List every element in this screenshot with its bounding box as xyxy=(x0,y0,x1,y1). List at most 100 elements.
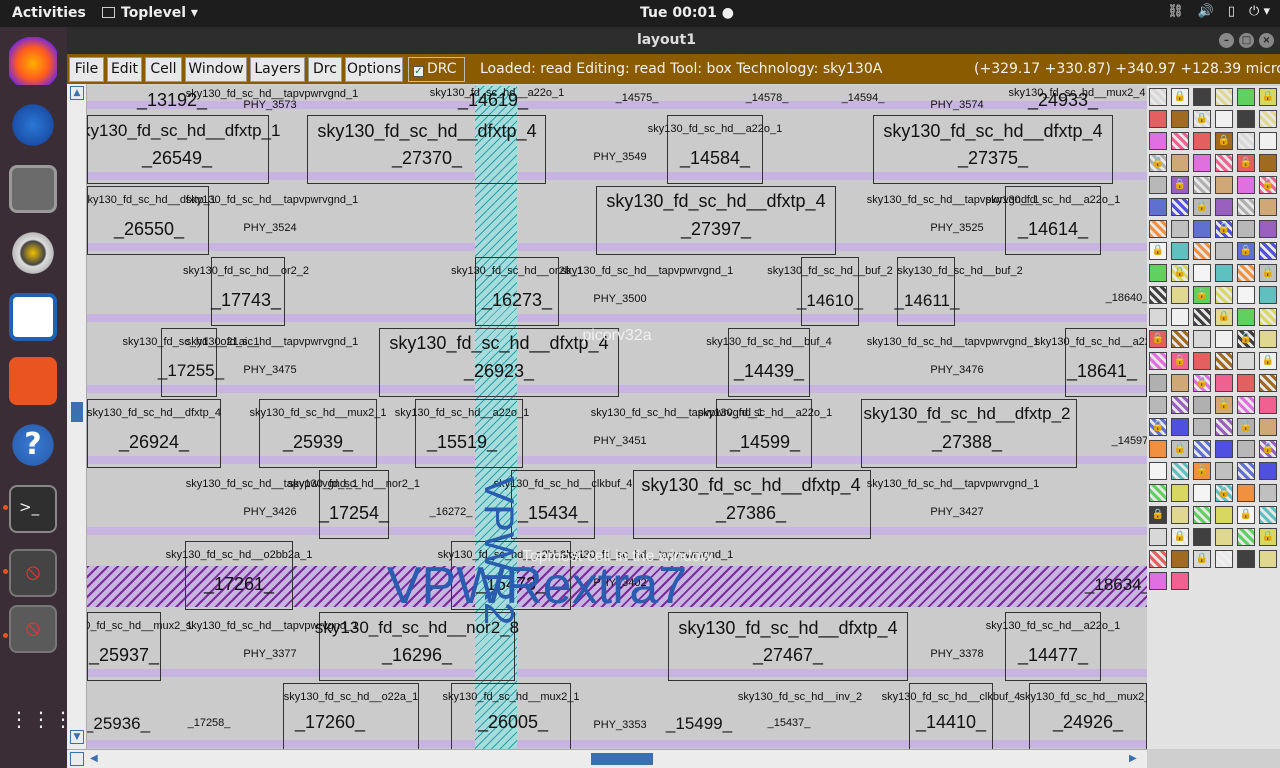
blocked-app-icon-active[interactable]: ⦸ xyxy=(9,605,57,653)
rhythmbox-icon[interactable] xyxy=(9,229,57,277)
layer-swatch[interactable]: 🔒 xyxy=(1149,154,1167,172)
menu-cell[interactable]: Cell xyxy=(145,57,182,82)
layer-swatch[interactable] xyxy=(1215,374,1233,392)
layer-swatch[interactable] xyxy=(1193,220,1211,238)
layer-swatch[interactable]: 🔒 xyxy=(1193,286,1211,304)
layer-swatch[interactable] xyxy=(1171,330,1189,348)
menu-window[interactable]: Window xyxy=(185,57,247,82)
menu-layers[interactable]: Layers xyxy=(250,57,305,82)
layer-swatch[interactable] xyxy=(1193,264,1211,282)
layer-swatch[interactable] xyxy=(1193,418,1211,436)
layer-swatch[interactable] xyxy=(1149,550,1167,568)
layer-swatch[interactable]: 🔒 xyxy=(1171,528,1189,546)
layer-swatch[interactable] xyxy=(1259,506,1277,524)
layer-swatch[interactable] xyxy=(1259,418,1277,436)
layer-swatch[interactable] xyxy=(1171,242,1189,260)
layer-swatch[interactable] xyxy=(1149,198,1167,216)
layer-swatch[interactable] xyxy=(1171,550,1189,568)
layer-swatch[interactable] xyxy=(1237,396,1255,414)
activities-button[interactable]: Activities xyxy=(12,5,86,21)
drc-toggle[interactable]: ✓ DRC xyxy=(408,57,465,82)
layer-swatch[interactable]: 🔒 xyxy=(1259,88,1277,106)
layer-swatch[interactable] xyxy=(1215,176,1233,194)
files-icon[interactable] xyxy=(9,165,57,213)
layer-swatch[interactable] xyxy=(1215,506,1233,524)
layer-swatch[interactable] xyxy=(1171,418,1189,436)
layer-swatch[interactable] xyxy=(1149,110,1167,128)
layer-swatch[interactable]: 🔒 xyxy=(1259,352,1277,370)
layer-swatch[interactable] xyxy=(1215,550,1233,568)
layer-swatch[interactable]: 🔒 xyxy=(1193,462,1211,480)
layer-swatch[interactable] xyxy=(1215,418,1233,436)
layer-swatch[interactable]: 🔒 xyxy=(1171,440,1189,458)
layer-swatch[interactable] xyxy=(1259,374,1277,392)
layer-swatch[interactable] xyxy=(1215,330,1233,348)
layer-swatch[interactable] xyxy=(1237,176,1255,194)
layer-swatch[interactable]: 🔒 xyxy=(1215,220,1233,238)
layer-swatch[interactable] xyxy=(1259,110,1277,128)
layer-swatch[interactable]: 🔒 xyxy=(1171,88,1189,106)
layer-swatch[interactable] xyxy=(1171,396,1189,414)
layer-swatch[interactable] xyxy=(1149,308,1167,326)
layer-swatch[interactable] xyxy=(1215,198,1233,216)
clock[interactable]: Tue 00:01 ● xyxy=(640,5,734,21)
layer-swatch[interactable] xyxy=(1237,550,1255,568)
layer-swatch[interactable] xyxy=(1237,286,1255,304)
help-icon[interactable]: ? xyxy=(9,421,57,469)
minimize-icon[interactable]: – xyxy=(1219,33,1234,48)
layer-swatch[interactable] xyxy=(1171,154,1189,172)
layer-swatch[interactable] xyxy=(1149,396,1167,414)
layer-swatch[interactable] xyxy=(1237,110,1255,128)
layer-swatch[interactable] xyxy=(1237,88,1255,106)
layer-swatch[interactable] xyxy=(1215,528,1233,546)
app-menu[interactable]: Toplevel ▾ xyxy=(102,5,198,21)
layer-swatch[interactable] xyxy=(1193,506,1211,524)
layer-swatch[interactable]: 🔒 xyxy=(1259,264,1277,282)
zoom-box-icon[interactable] xyxy=(70,752,84,766)
layer-swatch[interactable] xyxy=(1237,308,1255,326)
writer-icon[interactable] xyxy=(9,293,57,341)
layer-swatch[interactable]: 🔒 xyxy=(1149,418,1167,436)
layer-swatch[interactable] xyxy=(1215,264,1233,282)
layer-swatch[interactable] xyxy=(1193,308,1211,326)
layer-palette[interactable]: 🔒 🔒 🔒 🔒 🔒 🔒 🔒 🔒 🔒 🔒 🔒 🔒 🔒 🔒 🔒 🔒 🔒 🔒 🔒 🔒 🔒 🔒 🔒 🔒 🔒 🔒 🔒 🔒 🔒 🔒 🔒 🔒 🔒 xyxy=(1147,86,1280,749)
menu-options[interactable]: Options xyxy=(345,57,403,82)
layer-swatch[interactable] xyxy=(1171,220,1189,238)
vertical-scroll-thumb[interactable] xyxy=(71,402,83,422)
layer-swatch[interactable]: 🔒 xyxy=(1215,396,1233,414)
layer-swatch[interactable]: 🔒 xyxy=(1171,352,1189,370)
firefox-icon[interactable] xyxy=(9,37,57,85)
layer-swatch[interactable] xyxy=(1171,572,1189,590)
menu-drc[interactable]: Drc xyxy=(308,57,342,82)
layer-swatch[interactable] xyxy=(1149,88,1167,106)
close-icon[interactable]: × xyxy=(1259,33,1274,48)
vertical-scrollbar[interactable]: ▲ ▼ xyxy=(67,84,87,752)
layer-swatch[interactable] xyxy=(1193,396,1211,414)
layer-swatch[interactable] xyxy=(1193,132,1211,150)
layer-swatch[interactable] xyxy=(1171,484,1189,502)
layer-swatch[interactable] xyxy=(1171,132,1189,150)
layer-swatch[interactable]: 🔒 xyxy=(1237,154,1255,172)
layer-swatch[interactable]: 🔒 xyxy=(1171,264,1189,282)
layer-swatch[interactable] xyxy=(1149,528,1167,546)
scroll-up-arrow[interactable]: ▲ xyxy=(70,86,84,100)
layer-swatch[interactable]: 🔒 xyxy=(1237,242,1255,260)
layout-canvas[interactable]: sky130_fd_sc_hd__dfxtp_1 sky130_fd_sc_hd… xyxy=(87,86,1147,749)
layer-swatch[interactable] xyxy=(1149,484,1167,502)
layer-swatch[interactable] xyxy=(1193,176,1211,194)
layer-swatch[interactable] xyxy=(1237,352,1255,370)
layer-swatch[interactable] xyxy=(1193,330,1211,348)
layer-swatch[interactable] xyxy=(1237,264,1255,282)
layer-swatch[interactable]: 🔒 xyxy=(1193,198,1211,216)
layer-swatch[interactable] xyxy=(1237,198,1255,216)
layer-swatch[interactable]: 🔒 xyxy=(1149,506,1167,524)
layer-swatch[interactable] xyxy=(1237,132,1255,150)
layer-swatch[interactable] xyxy=(1259,154,1277,172)
scroll-left-arrow[interactable]: ◀ xyxy=(90,752,104,766)
blocked-app-icon[interactable]: ⦸ xyxy=(9,549,57,597)
layer-swatch[interactable] xyxy=(1215,286,1233,304)
layer-swatch[interactable]: 🔒 xyxy=(1215,308,1233,326)
layer-swatch[interactable] xyxy=(1259,484,1277,502)
layer-swatch[interactable]: 🔒 xyxy=(1259,176,1277,194)
layer-swatch[interactable] xyxy=(1149,572,1167,590)
